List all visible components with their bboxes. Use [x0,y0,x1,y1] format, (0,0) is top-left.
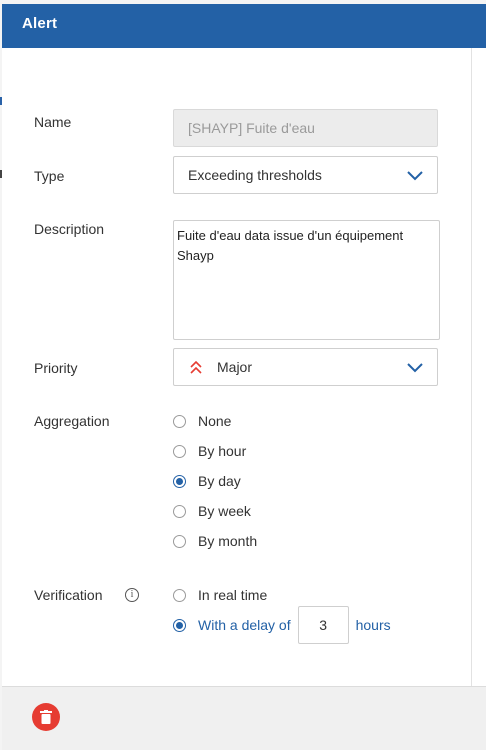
aggregation-option-by-day[interactable]: By day [173,471,241,491]
name-label: Name [34,114,72,130]
radio-button-selected[interactable] [173,618,186,632]
priority-select[interactable]: Major [173,348,438,386]
radio-button[interactable] [173,504,186,518]
verification-option-delay[interactable]: With a delay of 3 hours [173,605,391,645]
aggregation-option-by-week[interactable]: By week [173,501,251,521]
modal-title: Alert [22,15,58,32]
type-select[interactable]: Exceeding thresholds [173,156,438,194]
radio-label: By month [198,533,258,549]
info-icon[interactable]: i [125,588,139,602]
trash-icon [40,710,52,724]
chevron-down-icon [407,363,423,373]
aggregation-label: Aggregation [34,413,110,429]
verification-option-realtime[interactable]: In real time [173,585,267,605]
modal-footer [2,686,486,750]
radio-button[interactable] [173,588,186,602]
delete-button[interactable] [32,703,60,731]
radio-button[interactable] [173,444,186,458]
aggregation-option-by-month[interactable]: By month [173,531,257,551]
alert-modal: Alert Name [SHAYP] Fuite d'eau Type Exce… [2,4,486,750]
name-field[interactable]: [SHAYP] Fuite d'eau [173,109,438,147]
radio-label: By week [198,503,251,519]
double-chevron-up-icon [190,361,202,374]
delay-hours-input[interactable]: 3 [297,606,349,644]
aggregation-option-by-hour[interactable]: By hour [173,441,246,461]
radio-label: None [198,413,232,429]
priority-select-value: Major [217,359,253,375]
radio-button[interactable] [173,534,186,548]
description-textarea[interactable]: Fuite d'eau data issue d'un équipement S… [173,220,440,340]
delay-prefix-label: With a delay of [198,617,291,633]
verification-label: Verification [34,587,103,603]
modal-header: Alert [2,4,486,48]
radio-label: In real time [198,587,268,603]
aggregation-option-none[interactable]: None [173,411,231,431]
radio-label: By hour [198,443,247,459]
radio-button-selected[interactable] [173,474,186,488]
radio-button[interactable] [173,414,186,428]
delay-suffix-label: hours [355,617,391,633]
description-label: Description [34,221,105,237]
chevron-down-icon [407,171,423,181]
modal-body: Name [SHAYP] Fuite d'eau Type Exceeding … [2,48,472,686]
radio-label: By day [198,473,241,489]
priority-label: Priority [34,360,78,376]
type-select-value: Exceeding thresholds [188,167,322,183]
type-label: Type [34,168,65,184]
